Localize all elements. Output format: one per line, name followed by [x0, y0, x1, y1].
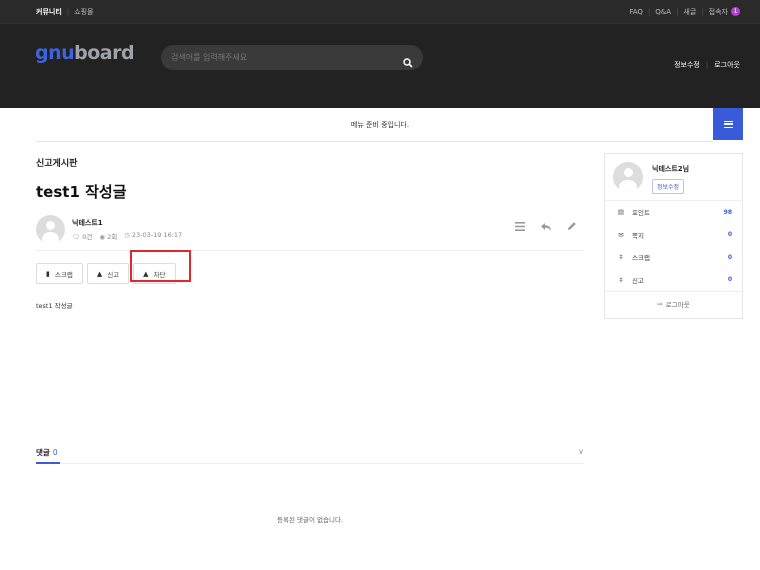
sidebar-item-value: 98 — [723, 208, 732, 216]
sidebar-logout-label: 로그아웃 — [665, 300, 690, 309]
sidebar-nickname: 닉테스트2님 — [652, 165, 690, 173]
pencil-icon[interactable] — [566, 220, 578, 232]
divider: | — [705, 61, 709, 69]
sidebar-item-scrap[interactable]: ‡ 스크랩 0 — [605, 246, 742, 269]
comment-icon: 🗨 — [72, 232, 81, 241]
topbar-link-community[interactable]: 커뮤니티 — [36, 7, 62, 17]
divider: | — [701, 7, 704, 16]
topbar-link-visitors[interactable]: 접속자 — [709, 7, 728, 17]
comment-count: 0 — [52, 448, 58, 457]
divider — [36, 141, 713, 142]
view-count-value: 2회 — [107, 232, 118, 241]
post-title: test1 작성글 — [36, 183, 127, 201]
edit-profile-link[interactable]: 정보수정 — [674, 60, 700, 70]
chevron-down-icon[interactable]: ∨ — [578, 447, 584, 456]
hamburger-icon — [723, 120, 733, 128]
bookmark-icon: ▮ — [46, 269, 50, 278]
post-meta: 🗨 0건 ◉ 2회 ◷ 23-03-19 16:17 — [72, 231, 182, 241]
highlight-box — [130, 250, 191, 282]
topbar-link-qa[interactable]: Q&A — [655, 8, 671, 16]
search-input[interactable] — [171, 53, 403, 62]
divider: | — [647, 7, 651, 16]
topbar-link-new-posts[interactable]: 새글 — [683, 7, 696, 17]
side-profile: 닉테스트2님 정보수정 — [605, 154, 742, 200]
search-bar — [161, 45, 423, 70]
post-content: test1 작성글 — [36, 302, 73, 310]
logout-icon: ⇨ — [657, 299, 663, 308]
side-name-block: 닉테스트2님 정보수정 — [652, 162, 689, 200]
user-sidebar: 닉테스트2님 정보수정 ▤ 포인트 98 ✉ 쪽지 0 ‡ 스크랩 0 ‡ 신고… — [604, 153, 743, 319]
user-menu: 정보수정 | 로그아웃 — [674, 60, 740, 70]
date-meta: ◷ 23-03-19 16:17 — [124, 231, 182, 241]
topbar-link-shop[interactable]: 쇼핑몰 — [74, 7, 93, 17]
divider — [36, 250, 584, 251]
logo-prefix: gnu — [35, 42, 75, 64]
sidebar-edit-profile-button[interactable]: 정보수정 — [652, 179, 685, 194]
logout-link[interactable]: 로그아웃 — [714, 60, 740, 70]
empty-comments-message: 등록된 댓글이 없습니다. — [277, 516, 343, 524]
sidebar-list: ▤ 포인트 98 ✉ 쪽지 0 ‡ 스크랩 0 ‡ 신고 0 — [605, 200, 742, 291]
writer-block: 닉테스트1 🗨 0건 ◉ 2회 ◷ 23-03-19 16:17 — [72, 218, 182, 241]
top-bar: 커뮤니티 | 쇼핑몰 FAQ | Q&A | 새글 | 접속자 1 — [0, 0, 760, 23]
scrap-label: 스크랩 — [54, 270, 73, 279]
divider: | — [66, 7, 70, 16]
post-view: 신고게시판 test1 작성글 닉테스트1 🗨 0건 ◉ 2회 ◷ 23-03-19 … — [36, 150, 584, 524]
comment-count-meta: 🗨 0건 — [72, 231, 92, 241]
top-bar-left: 커뮤니티 | 쇼핑몰 — [36, 7, 93, 17]
envelope-icon: ✉ — [618, 230, 624, 239]
sidebar-item-value: 0 — [727, 276, 732, 284]
menu-bar: 메뉴 준비 중입니다. — [0, 108, 760, 142]
reply-icon[interactable] — [540, 220, 552, 232]
sidebar-logout-button[interactable]: ⇨ 로그아웃 — [605, 291, 742, 315]
visitor-count-badge: 1 — [731, 7, 740, 16]
comment-count-value: 0건 — [82, 232, 93, 241]
comment-title: 댓글 0 — [36, 447, 584, 458]
avatar — [36, 214, 65, 244]
sidebar-item-label: 신고 — [632, 276, 644, 285]
menu-notice: 메뉴 준비 중입니다. — [350, 121, 410, 129]
site-header: gnuboard 정보수정 | 로그아웃 — [0, 23, 760, 108]
sidebar-item-value: 0 — [727, 253, 732, 261]
sidebar-item-point[interactable]: ▤ 포인트 98 — [605, 201, 742, 224]
sidebar-item-value: 0 — [727, 231, 732, 239]
divider: | — [676, 7, 679, 16]
comment-header: 댓글 0 ∨ — [36, 447, 584, 464]
writer-name[interactable]: 닉테스트1 — [72, 218, 182, 228]
post-info: 닉테스트1 🗨 0건 ◉ 2회 ◷ 23-03-19 16:17 — [36, 214, 584, 244]
logo-suffix: board — [74, 42, 135, 64]
report-button[interactable]: ▲ 신고 — [86, 263, 130, 284]
pin-icon: ‡ — [619, 253, 623, 262]
warning-icon: ▲ — [96, 269, 103, 278]
menu-toggle-button[interactable] — [713, 108, 743, 140]
sidebar-item-label: 스크랩 — [632, 254, 650, 263]
sidebar-item-memo[interactable]: ✉ 쪽지 0 — [605, 224, 742, 247]
top-bar-right: FAQ | Q&A | 새글 | 접속자 1 — [629, 7, 740, 17]
post-date-value: 23-03-19 16:17 — [131, 230, 183, 239]
comment-underline — [36, 462, 584, 464]
avatar — [613, 162, 643, 192]
scrap-button[interactable]: ▮ 스크랩 — [36, 263, 83, 284]
comment-label: 댓글 — [36, 448, 50, 457]
eye-icon: ◉ — [99, 232, 106, 241]
sidebar-item-label: 쪽지 — [632, 231, 644, 240]
site-logo[interactable]: gnuboard — [35, 42, 135, 64]
view-count-meta: ◉ 2회 — [99, 231, 117, 241]
post-tools — [514, 220, 578, 232]
search-icon[interactable] — [403, 53, 413, 68]
board-name: 신고게시판 — [36, 159, 78, 169]
point-icon: ▤ — [617, 208, 625, 217]
sidebar-item-report[interactable]: ‡ 신고 0 — [605, 269, 742, 292]
report-label: 신고 — [107, 270, 120, 279]
topbar-link-faq[interactable]: FAQ — [629, 8, 643, 16]
post-action-buttons: ▮ 스크랩 ▲ 신고 ▲ 차단 — [36, 263, 584, 284]
clock-icon: ◷ — [124, 230, 130, 239]
sidebar-item-label: 포인트 — [632, 209, 650, 218]
list-icon[interactable] — [514, 220, 526, 232]
pin-icon: ‡ — [619, 275, 623, 284]
